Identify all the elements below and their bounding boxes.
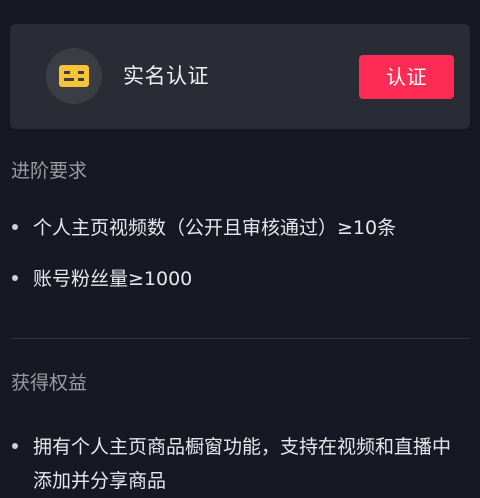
benefits-heading: 获得权益 [11,372,88,394]
section-divider [11,338,470,339]
real-name-verification-card: 实名认证 认证 [10,24,470,129]
benefit-item-text: 拥有个人主页商品橱窗功能，支持在视频和直播中添加并分享商品 [33,436,452,492]
id-card-icon-badge [46,48,102,104]
bullet-dot [12,275,18,281]
requirement-item: 个人主页视频数（公开且审核通过）≥10条 [11,211,460,245]
requirement-item: 账号粉丝量≥1000 [11,262,460,296]
bullet-dot [12,224,18,230]
bullet-dot [12,443,18,449]
requirements-heading: 进阶要求 [11,160,88,182]
verify-button[interactable]: 认证 [359,55,454,99]
verification-title: 实名认证 [123,64,209,88]
benefit-item: 拥有个人主页商品橱窗功能，支持在视频和直播中添加并分享商品 [11,430,460,498]
requirement-item-text: 账号粉丝量≥1000 [33,268,193,290]
id-card-icon [59,65,89,87]
requirement-item-text: 个人主页视频数（公开且审核通过）≥10条 [33,217,397,239]
